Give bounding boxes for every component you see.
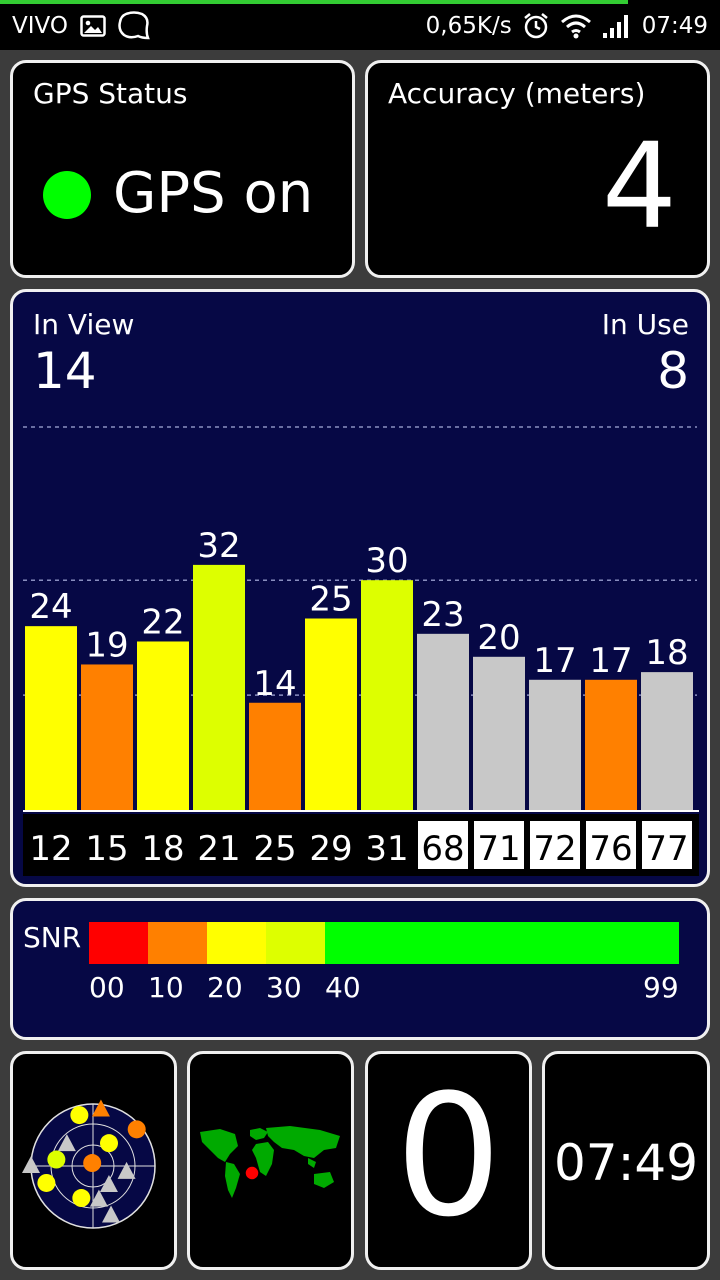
bar-value-label: 19	[85, 625, 128, 665]
snr-bar[interactable]	[25, 626, 77, 810]
snr-bar[interactable]	[193, 564, 245, 810]
snr-bar[interactable]	[417, 633, 469, 810]
prn-label: 25	[253, 829, 296, 869]
bar-value-label: 25	[309, 580, 352, 620]
snr-scale-segment	[148, 922, 207, 964]
snr-bar[interactable]	[361, 580, 413, 810]
snr-bar[interactable]	[473, 656, 525, 810]
snr-legend-panel[interactable]: SNR 00 10 20 30 40 99	[10, 898, 710, 1040]
chat-bubble-icon	[118, 11, 150, 40]
prn-label: 68	[421, 829, 464, 869]
wifi-icon	[560, 14, 591, 39]
clock-panel[interactable]: 07:49	[542, 1051, 710, 1270]
snr-bar[interactable]	[81, 664, 133, 810]
gps-status-indicator	[43, 171, 91, 219]
in-view-label: In View	[33, 308, 135, 341]
snr-tick-label: 40	[325, 971, 361, 1004]
prn-label: 21	[197, 829, 240, 869]
radar-satellite-marker	[37, 1173, 56, 1192]
sky-view-panel[interactable]	[10, 1051, 177, 1270]
snr-scale-segment	[325, 922, 679, 964]
gallery-icon	[80, 15, 106, 37]
prn-label: 12	[29, 829, 72, 869]
accuracy-value: 4	[601, 117, 677, 255]
satellites-panel[interactable]: 24 12 19 15 22 18 32 21 14 25 25 29 30 31 23 68 20 71 17 72…	[10, 289, 710, 887]
prn-label: 77	[645, 829, 688, 869]
carrier-label: VIVO	[12, 13, 68, 39]
gps-status-title: GPS Status	[33, 77, 188, 110]
world-map-panel[interactable]	[187, 1051, 354, 1270]
snr-tick-label: 20	[207, 971, 243, 1004]
clock-value: 07:49	[553, 1134, 699, 1192]
snr-bar[interactable]	[249, 702, 301, 810]
bar-value-label: 20	[477, 618, 520, 658]
snr-scale-segment	[207, 922, 266, 964]
bar-value-label: 32	[197, 526, 240, 566]
snr-bar[interactable]	[585, 679, 637, 810]
snr-label: SNR	[23, 921, 82, 954]
snr-tick-label: 00	[89, 971, 125, 1004]
world-map	[198, 1126, 344, 1199]
snr-bar[interactable]	[137, 641, 189, 810]
sky-radar	[22, 1099, 156, 1229]
prn-label: 31	[365, 829, 408, 869]
snr-bar[interactable]	[529, 679, 581, 810]
snr-scale-segment	[89, 922, 148, 964]
status-bar: VIVO 0,65K/s 07:49	[0, 0, 720, 50]
snr-tick-label: 10	[148, 971, 184, 1004]
in-use-label: In Use	[601, 308, 689, 341]
radar-satellite-marker	[47, 1150, 66, 1169]
in-view-count: 14	[33, 342, 97, 400]
radar-satellite-marker	[72, 1189, 91, 1208]
bar-value-label: 23	[421, 595, 464, 635]
prn-label: 76	[589, 829, 632, 869]
radar-satellite-marker	[83, 1154, 102, 1173]
signal-icon	[602, 15, 628, 38]
snr-bar[interactable]	[305, 618, 357, 811]
bar-value-label: 22	[141, 602, 184, 642]
alarm-icon	[523, 13, 548, 39]
bar-value-label: 24	[29, 587, 72, 627]
snr-color-scale	[89, 922, 679, 964]
speed-value: 0	[395, 1058, 502, 1254]
radar-satellite-marker	[100, 1134, 119, 1153]
network-speed: 0,65K/s	[425, 13, 512, 39]
bar-value-label: 30	[365, 541, 408, 581]
snr-scale-segment	[266, 922, 325, 964]
radar-satellite-marker	[70, 1106, 89, 1125]
snr-bar[interactable]	[641, 672, 693, 810]
prn-label: 15	[85, 829, 128, 869]
accuracy-title: Accuracy (meters)	[388, 77, 646, 110]
radar-satellite-marker	[127, 1120, 146, 1139]
in-use-count: 8	[657, 342, 689, 400]
bar-value-label: 17	[589, 641, 632, 681]
gps-status-text: GPS on	[113, 161, 314, 226]
bar-value-label: 17	[533, 641, 576, 681]
status-time: 07:49	[641, 13, 708, 39]
location-marker	[244, 1165, 260, 1181]
prn-label: 72	[533, 829, 576, 869]
gps-status-panel[interactable]: GPS Status GPS on	[10, 60, 355, 278]
speed-panel[interactable]: 0	[365, 1051, 532, 1270]
snr-tick-label: 99	[643, 971, 679, 1004]
prn-label: 71	[477, 829, 520, 869]
prn-label: 29	[309, 829, 352, 869]
snr-bar-chart: 24 12 19 15 22 18 32 21 14 25 25 29 30 31 23 68 20 71 17 72…	[23, 426, 699, 876]
bar-value-label: 18	[645, 633, 688, 673]
prn-label: 18	[141, 829, 184, 869]
accuracy-panel[interactable]: Accuracy (meters) 4	[365, 60, 710, 278]
status-accent-line	[0, 0, 628, 4]
snr-tick-label: 30	[266, 971, 302, 1004]
bar-value-label: 14	[253, 664, 296, 704]
